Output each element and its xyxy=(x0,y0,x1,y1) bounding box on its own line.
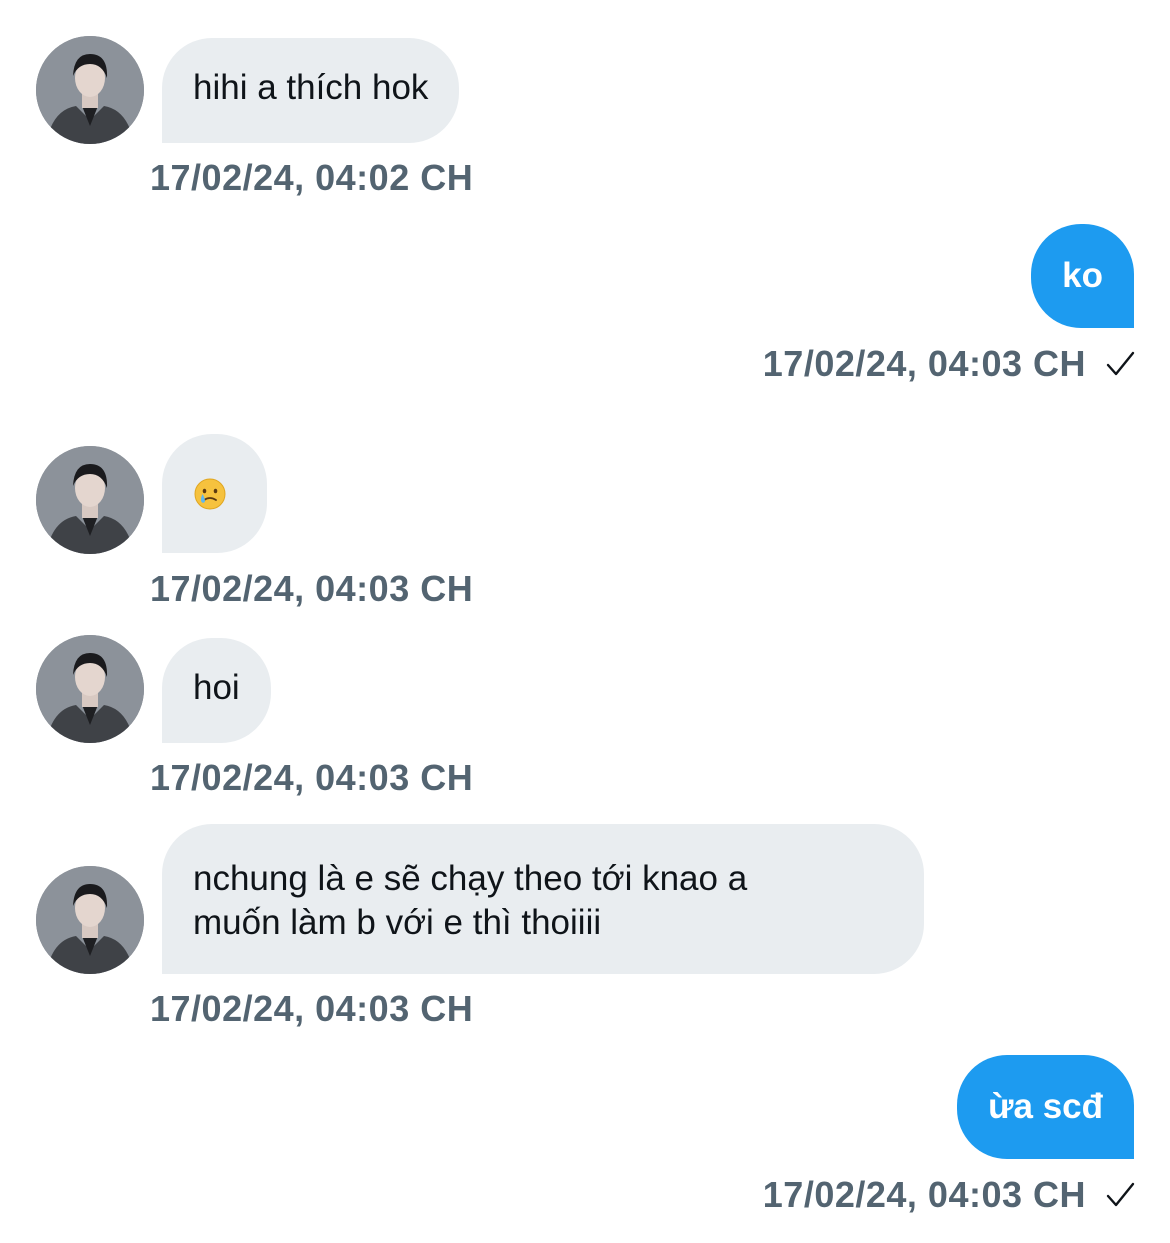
message-timestamp: 17/02/24, 04:02 CH xyxy=(150,157,474,198)
avatar[interactable] xyxy=(36,866,144,974)
message-timestamp: 17/02/24, 04:03 CH xyxy=(150,757,474,798)
avatar[interactable] xyxy=(36,446,144,554)
message-bubble-incoming[interactable]: hihi a thích hok xyxy=(162,38,460,143)
check-icon xyxy=(1104,1179,1136,1211)
message-text-line: muốn làm b với e thì thoiiii xyxy=(193,903,602,942)
avatar[interactable] xyxy=(36,36,144,144)
crying-face-icon xyxy=(193,477,227,511)
message-bubble-incoming[interactable] xyxy=(162,434,267,553)
message-text: ko xyxy=(1062,256,1103,295)
message-meta: 17/02/24, 04:03 CH xyxy=(763,344,1136,384)
message-timestamp: 17/02/24, 04:03 CH xyxy=(762,1174,1086,1215)
message-bubble-incoming[interactable]: nchung là e sẽ chạy theo tới knao a muốn… xyxy=(162,824,924,974)
message-bubble-outgoing[interactable]: ko xyxy=(1031,224,1134,328)
message-meta: 17/02/24, 04:03 CH xyxy=(763,1175,1136,1215)
message-text: ừa scđ xyxy=(988,1087,1103,1126)
message-text: hoi xyxy=(193,668,240,707)
message-text-line: nchung là e sẽ chạy theo tới knao a xyxy=(193,859,748,898)
avatar[interactable] xyxy=(36,635,144,743)
message-timestamp: 17/02/24, 04:03 CH xyxy=(762,343,1086,384)
message-text: hihi a thích hok xyxy=(193,68,429,107)
message-bubble-incoming[interactable]: hoi xyxy=(162,638,271,743)
check-icon xyxy=(1104,348,1136,380)
message-timestamp: 17/02/24, 04:03 CH xyxy=(150,988,474,1029)
message-timestamp: 17/02/24, 04:03 CH xyxy=(150,568,474,609)
dm-thread: hihi a thích hok 17/02/24, 04:02 CH ko 1… xyxy=(0,0,1170,1243)
message-bubble-outgoing[interactable]: ừa scđ xyxy=(957,1055,1134,1159)
